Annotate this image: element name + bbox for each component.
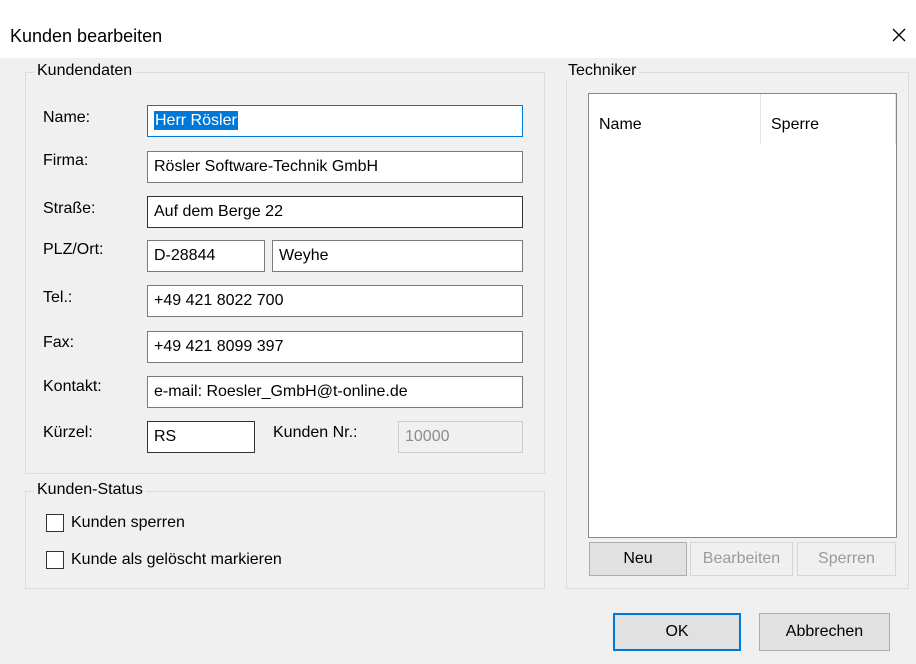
edit-customer-dialog: Kunden bearbeiten Kundendaten Name: Herr… — [0, 0, 916, 664]
plzort-label: PLZ/Ort: — [43, 241, 104, 258]
name-field[interactable]: Herr Rösler — [147, 105, 523, 137]
title-bar: Kunden bearbeiten — [0, 0, 916, 58]
close-icon — [892, 28, 906, 42]
firma-field[interactable]: Rösler Software-Technik GmbH — [147, 151, 523, 183]
window-title: Kunden bearbeiten — [10, 26, 163, 46]
name-value: Herr Rösler — [154, 111, 238, 130]
kontakt-field[interactable]: e-mail: Roesler_GmbH@t-online.de — [147, 376, 523, 408]
firma-label: Firma: — [43, 152, 89, 169]
strasse-field[interactable]: Auf dem Berge 22 — [147, 196, 523, 228]
plz-field[interactable]: D-28844 — [147, 240, 265, 272]
techniker-neu-button[interactable]: Neu — [589, 542, 687, 576]
fax-field[interactable]: +49 421 8099 397 — [147, 331, 523, 363]
fax-label: Fax: — [43, 334, 75, 351]
abbrechen-button[interactable]: Abbrechen — [759, 613, 890, 651]
kunden-sperren-checkbox[interactable] — [46, 514, 64, 532]
close-button[interactable] — [884, 20, 914, 50]
column-header-sperre[interactable]: Sperre — [761, 94, 896, 144]
kunde-geloescht-label[interactable]: Kunde als gelöscht markieren — [71, 551, 282, 569]
strasse-label: Straße: — [43, 200, 96, 217]
name-label: Name: — [43, 109, 91, 126]
ok-button[interactable]: OK — [613, 613, 741, 651]
techniker-group-title: Techniker — [565, 62, 640, 80]
kunden-status-group — [25, 491, 545, 589]
kunde-geloescht-checkbox[interactable] — [46, 551, 64, 569]
techniker-bearbeiten-button[interactable]: Bearbeiten — [690, 542, 793, 576]
kundennr-label: Kunden Nr.: — [273, 424, 358, 441]
kuerzel-label: Kürzel: — [43, 424, 93, 441]
tel-field[interactable]: +49 421 8022 700 — [147, 285, 523, 317]
kunden-sperren-label[interactable]: Kunden sperren — [71, 514, 185, 532]
kunden-status-group-title: Kunden-Status — [34, 481, 146, 499]
kuerzel-field[interactable]: RS — [147, 421, 255, 453]
tel-label: Tel.: — [43, 289, 73, 306]
techniker-sperren-button[interactable]: Sperren — [797, 542, 896, 576]
ort-field[interactable]: Weyhe — [272, 240, 523, 272]
kundendaten-group-title: Kundendaten — [34, 62, 136, 80]
kontakt-label: Kontakt: — [43, 378, 102, 395]
column-header-name[interactable]: Name — [589, 94, 761, 144]
techniker-list[interactable]: Name Sperre — [588, 93, 897, 538]
kundennr-field: 10000 — [398, 421, 523, 453]
